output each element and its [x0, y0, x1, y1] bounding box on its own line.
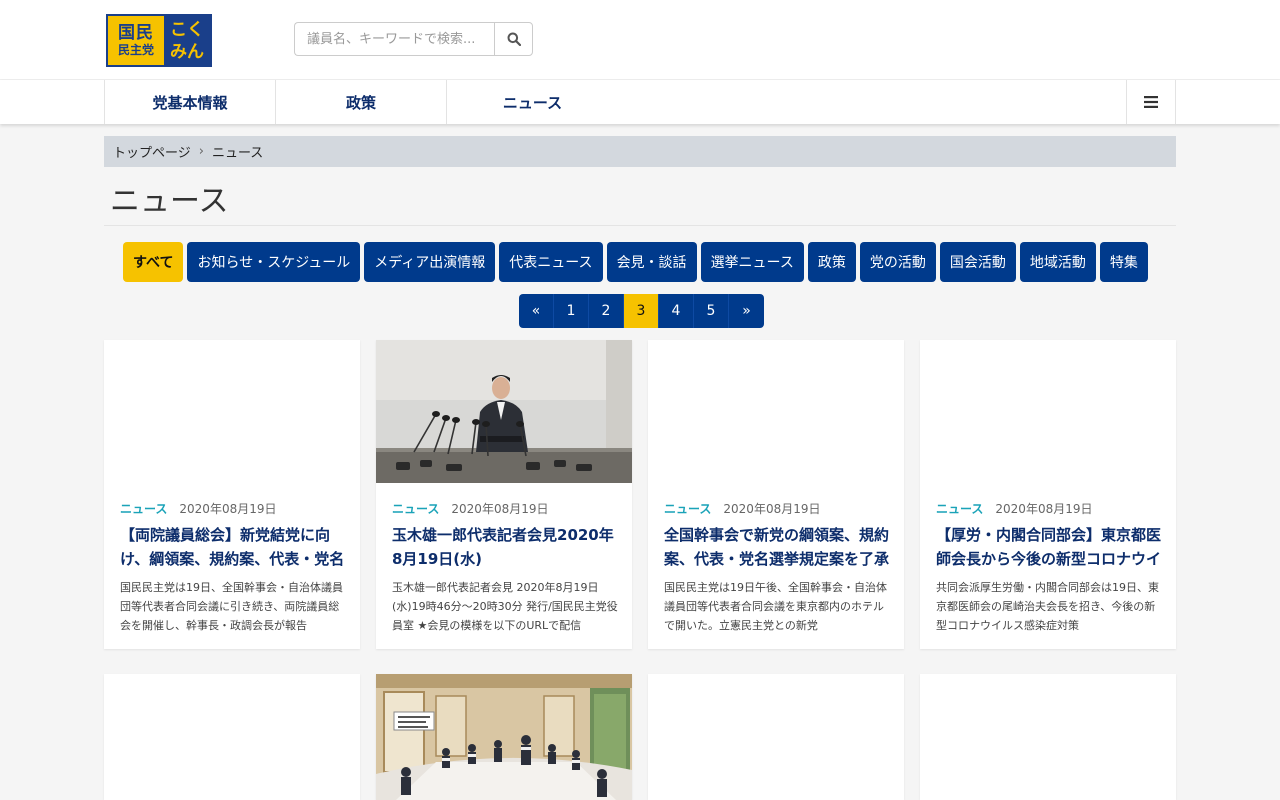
card-title[interactable]: 【両院議員総会】新党結党に向け、綱領案、規約案、代表・党名選挙規定案を了承 [120, 523, 348, 571]
search-form [294, 22, 533, 56]
menu-button[interactable] [1126, 80, 1176, 124]
card-thumbnail [920, 340, 1176, 483]
news-card[interactable]: ニュース 2020年08月19日 玉木雄一郎代表記者会見2020年8月19日(水… [376, 340, 632, 649]
card-date: 2020年08月19日 [995, 502, 1093, 516]
card-thumbnail [920, 674, 1176, 800]
card-category-tag[interactable]: ニュース [664, 500, 711, 517]
search-icon [507, 32, 521, 46]
card-date: 2020年08月19日 [723, 502, 821, 516]
search-input[interactable] [294, 22, 494, 56]
card-category-tag[interactable]: ニュース [936, 500, 983, 517]
category-election[interactable]: 選挙ニュース [700, 242, 804, 282]
page-prev[interactable]: « [519, 294, 554, 328]
page-4[interactable]: 4 [659, 294, 694, 328]
card-category-tag[interactable]: ニュース [120, 500, 167, 517]
meeting-room-photo [376, 674, 632, 800]
category-leader-news[interactable]: 代表ニュース [499, 242, 603, 282]
breadcrumb-current: ニュース [211, 146, 264, 161]
card-date: 2020年08月19日 [179, 502, 277, 516]
card-excerpt: 国民民主党は19日午後、全国幹事会・自治体議員団等代表者合同会議を東京都内のホテ… [664, 581, 887, 632]
nav-item-news[interactable]: ニュース [447, 80, 618, 124]
category-all[interactable]: すべて [123, 242, 184, 282]
category-feature[interactable]: 特集 [1099, 242, 1148, 282]
press-conference-photo [376, 340, 632, 483]
hamburger-icon [1144, 96, 1158, 108]
card-thumbnail-meeting-room [376, 674, 632, 800]
card-category-tag[interactable]: ニュース [392, 500, 439, 517]
nav-item-policy[interactable]: 政策 [276, 80, 447, 124]
page-1[interactable]: 1 [554, 294, 589, 328]
news-card[interactable] [648, 674, 904, 800]
site-header: 国民 民主党 こく みん [0, 0, 1280, 80]
news-card[interactable] [376, 674, 632, 800]
card-thumbnail [104, 340, 360, 483]
category-party-activity[interactable]: 党の活動 [859, 242, 936, 282]
category-local-activity[interactable]: 地域活動 [1019, 242, 1096, 282]
logo-text-kokumin: 国民 [118, 22, 154, 43]
card-thumbnail [648, 340, 904, 483]
category-filter: すべて お知らせ・スケジュール メディア出演情報 代表ニュース 会見・談話 選挙… [123, 242, 1148, 282]
card-excerpt: 国民民主党は19日、全国幹事会・自治体議員団等代表者合同会議に引き続き、両院議員… [120, 581, 343, 632]
card-date: 2020年08月19日 [451, 502, 549, 516]
page-5[interactable]: 5 [694, 294, 729, 328]
page-2[interactable]: 2 [589, 294, 624, 328]
logo-text-koku: こく [170, 19, 204, 40]
main-nav: 党基本情報 政策 ニュース [0, 80, 1280, 124]
card-excerpt: 共同会派厚生労働・内閣合同部会は19日、東京都医師会の尾崎治夫会長を招き、今後の… [936, 581, 1159, 632]
news-card[interactable]: ニュース 2020年08月19日 【両院議員総会】新党結党に向け、綱領案、規約案… [104, 340, 360, 649]
logo-text-minshuto: 民主党 [117, 42, 154, 57]
category-notice-schedule[interactable]: お知らせ・スケジュール [187, 242, 361, 282]
card-title[interactable]: 玉木雄一郎代表記者会見2020年8月19日(水) [392, 523, 620, 571]
category-media[interactable]: メディア出演情報 [364, 242, 496, 282]
card-title[interactable]: 全国幹事会で新党の綱領案、規約案、代表・党名選挙規定案を了承 [664, 523, 892, 571]
breadcrumb: トップページ › ニュース [104, 136, 1176, 167]
news-card[interactable] [104, 674, 360, 800]
category-diet-activity[interactable]: 国会活動 [939, 242, 1016, 282]
card-excerpt: 玉木雄一郎代表記者会見 2020年8月19日(水)19時46分～20時30分 発… [392, 581, 618, 632]
nav-item-party-info[interactable]: 党基本情報 [105, 80, 276, 124]
category-policy[interactable]: 政策 [807, 242, 856, 282]
page-title: ニュース [104, 182, 1176, 226]
search-button[interactable] [494, 22, 533, 56]
news-card[interactable] [920, 674, 1176, 800]
card-thumbnail-press-conference [376, 340, 632, 483]
party-logo[interactable]: 国民 民主党 こく みん [106, 14, 212, 67]
card-title[interactable]: 【厚労・内閣合同部会】東京都医師会長から今後の新型コロナウイルス対策を聴取 [936, 523, 1164, 571]
page-3[interactable]: 3 [624, 294, 659, 328]
news-card[interactable]: ニュース 2020年08月19日 【厚労・内閣合同部会】東京都医師会長から今後の… [920, 340, 1176, 649]
logo-text-min: みん [170, 41, 204, 62]
breadcrumb-home[interactable]: トップページ [113, 142, 191, 161]
news-card[interactable]: ニュース 2020年08月19日 全国幹事会で新党の綱領案、規約案、代表・党名選… [648, 340, 904, 649]
breadcrumb-separator: › [198, 144, 204, 159]
category-press[interactable]: 会見・談話 [606, 242, 697, 282]
card-thumbnail [648, 674, 904, 800]
page-next[interactable]: » [729, 294, 764, 328]
pagination: « 1 2 3 4 5 » [519, 294, 764, 328]
card-thumbnail [104, 674, 360, 800]
